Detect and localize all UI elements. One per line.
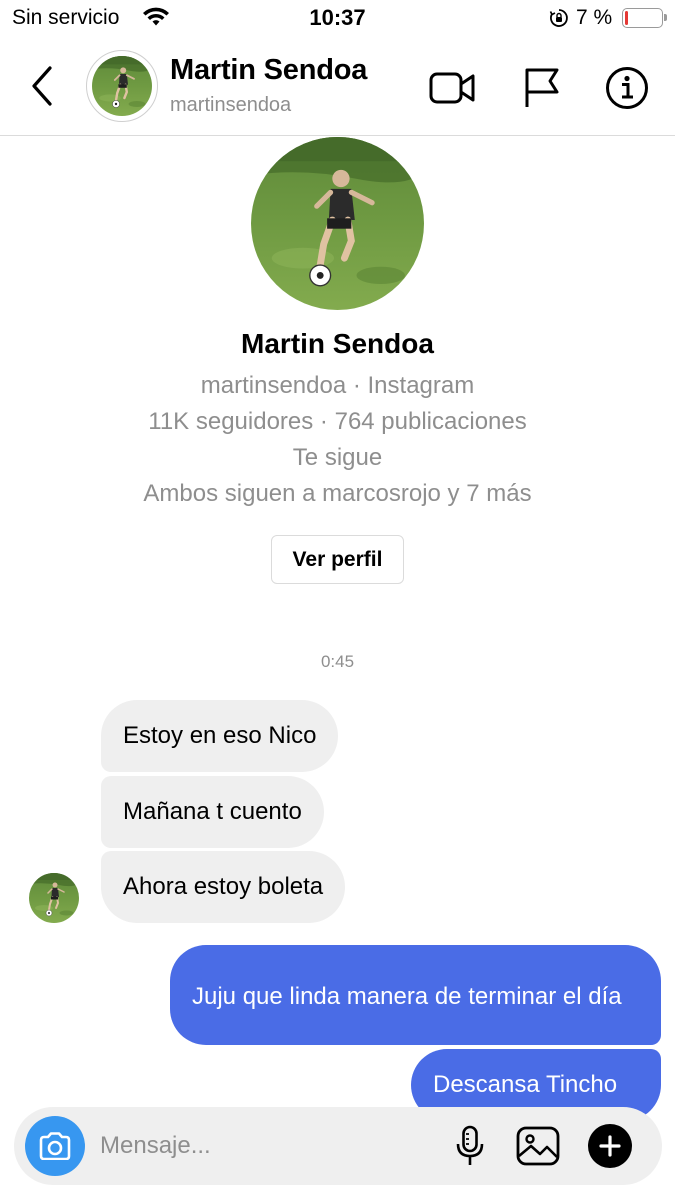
chat-header: Martin Sendoa martinsendoa xyxy=(0,38,675,136)
profile-source: martinsendoa · Instagram xyxy=(200,372,475,399)
report-button[interactable] xyxy=(518,64,566,112)
view-profile-button[interactable]: Ver perfil xyxy=(271,535,404,584)
message-input[interactable] xyxy=(100,1126,430,1166)
battery-level-fill xyxy=(625,11,628,25)
contact-username: martinsendoa xyxy=(170,94,292,116)
incoming-message[interactable]: Ahora estoy boleta xyxy=(101,851,346,923)
camera-icon xyxy=(39,1132,71,1160)
back-button[interactable] xyxy=(22,60,62,112)
back-arrow-icon xyxy=(32,66,52,106)
status-bar: Sin servicio 10:37 7 % xyxy=(0,0,675,38)
avatar xyxy=(92,56,152,116)
video-call-icon xyxy=(429,72,475,104)
microphone-icon xyxy=(456,1125,484,1165)
contact-name[interactable]: Martin Sendoa xyxy=(170,54,367,87)
flag-icon xyxy=(525,68,559,107)
info-button[interactable] xyxy=(603,64,651,112)
battery-percent: 7 % xyxy=(576,6,613,29)
incoming-message[interactable]: Estoy en eso Nico xyxy=(101,700,339,772)
mutual-followers: Ambos siguen a marcosrojo y 7 más xyxy=(143,480,532,507)
message-timestamp: 0:45 xyxy=(320,652,355,671)
incoming-message[interactable]: Mañana t cuento xyxy=(101,776,324,848)
info-icon xyxy=(606,67,648,109)
voice-message-button[interactable] xyxy=(446,1122,494,1170)
profile-picture[interactable] xyxy=(251,137,424,310)
clock: 10:37 xyxy=(309,5,366,30)
plus-icon xyxy=(588,1124,632,1168)
camera-button[interactable] xyxy=(25,1116,85,1176)
profile-stats: 11K seguidores · 764 publicaciones xyxy=(148,408,527,435)
follow-status: Te sigue xyxy=(292,444,383,471)
more-options-button[interactable] xyxy=(586,1122,634,1170)
sender-avatar[interactable] xyxy=(29,873,79,923)
gallery-button[interactable] xyxy=(514,1122,562,1170)
battery-icon xyxy=(622,8,667,28)
rotation-lock-icon xyxy=(549,8,569,33)
outgoing-message[interactable]: Juju que linda manera de terminar el día xyxy=(170,945,661,1045)
profile-name: Martin Sendoa xyxy=(241,328,434,359)
gallery-icon xyxy=(516,1126,560,1166)
video-call-button[interactable] xyxy=(428,64,476,112)
message-composer xyxy=(14,1107,662,1185)
header-avatar[interactable] xyxy=(86,50,158,122)
